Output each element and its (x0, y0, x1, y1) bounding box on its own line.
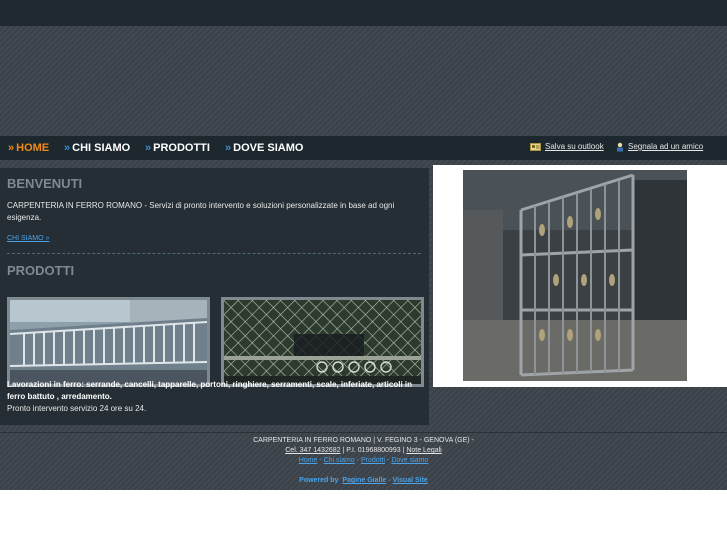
footer-link-prodotti[interactable]: Prodotti (361, 457, 385, 464)
divider (7, 253, 421, 254)
chi-siamo-link[interactable]: CHI SIAMO » (7, 235, 49, 242)
nav-prodotti[interactable]: » PRODOTTI (145, 142, 210, 154)
product-image-grating[interactable] (221, 297, 424, 387)
phone-link[interactable]: Cel. 347 1432682 (285, 447, 340, 454)
nav-dove-siamo[interactable]: » DOVE SIAMO (225, 142, 303, 154)
legal-notes-link[interactable]: Note Legali (406, 447, 441, 454)
products-extra-text: Pronto intervento servizio 24 ore su 24. (7, 404, 147, 413)
left-panel: BENVENUTI CARPENTERIA IN FERRO ROMANO - … (0, 168, 429, 425)
powered-by-label: Powered by (299, 477, 339, 484)
footer-powered: Powered by Pagine Gialle - Visual Site (299, 477, 428, 484)
pagine-gialle-link[interactable]: Pagine Gialle (342, 477, 386, 484)
product-image-balcony[interactable] (7, 297, 210, 387)
vat-number: | P.I. 01968800993 | (340, 447, 407, 454)
top-bar (0, 0, 727, 26)
section-title-prodotti: PRODOTTI (7, 263, 75, 278)
footer-link-chi-siamo[interactable]: Chi siamo (324, 457, 355, 464)
main-photo-gate (463, 170, 687, 381)
nav-home[interactable]: » HOME (8, 142, 49, 154)
chevron-right-icon: » (64, 142, 71, 154)
chevron-right-icon: » (225, 142, 232, 154)
chevron-right-icon: » (145, 142, 152, 154)
nav-chi-siamo[interactable]: » CHI SIAMO (64, 142, 130, 154)
welcome-text: CARPENTERIA IN FERRO ROMANO - Servizi di… (7, 201, 395, 222)
main-navigation: » HOME » CHI SIAMO » PRODOTTI » DOVE SIAMO S… (0, 136, 727, 160)
visual-site-link[interactable]: Visual Site (393, 477, 428, 484)
right-panel (433, 165, 727, 387)
iron-gate-picture (463, 170, 687, 381)
footer-address: CARPENTERIA IN FERRO ROMANO | V. FEGINO … (253, 437, 474, 444)
section-title-benvenuti: BENVENUTI (7, 176, 83, 191)
footer-links: Home - Chi siamo - Prodotti - Dove siamo (298, 457, 429, 464)
footer-link-home[interactable]: Home (299, 457, 318, 464)
save-outlook-link[interactable]: Salva su outlook (545, 142, 604, 151)
balcony-railing-picture (10, 300, 207, 384)
footer: CARPENTERIA IN FERRO ROMANO | V. FEGINO … (0, 432, 727, 490)
products-description: Lavorazioni in ferro: serrande, cancelli… (7, 380, 413, 401)
wrought-iron-grating-picture (224, 300, 421, 384)
chevron-right-icon: » (8, 142, 15, 154)
person-icon (617, 142, 623, 152)
footer-contacts: Cel. 347 1432682 | P.I. 01968800993 | No… (0, 447, 727, 454)
footer-link-dove-siamo[interactable]: Dove siamo (391, 457, 428, 464)
recommend-friend-link[interactable]: Segnala ad un amico (628, 142, 703, 151)
header-banner (0, 26, 727, 136)
content-area: BENVENUTI CARPENTERIA IN FERRO ROMANO - … (0, 160, 727, 432)
outlook-card-icon (530, 143, 541, 151)
